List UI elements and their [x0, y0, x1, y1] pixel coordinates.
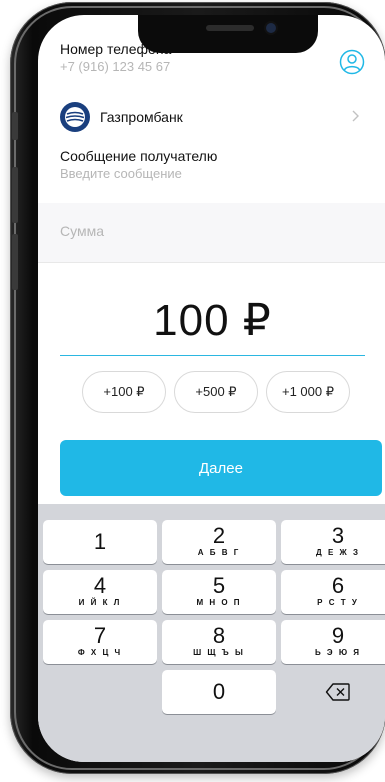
key-digit: 3 [331, 523, 345, 548]
amount-field[interactable]: Сумма [38, 203, 385, 263]
key-letters: Д Е Ж З [316, 548, 360, 557]
quick-amounts: +100 ₽ +500 ₽ +1 000 ₽ [82, 371, 350, 413]
key-3[interactable]: 3 Д Е Ж З [281, 520, 385, 564]
amount-value[interactable]: 100 ₽ [60, 295, 365, 346]
message-input[interactable]: Введите сообщение [60, 166, 365, 181]
volume-up-button [12, 167, 18, 223]
key-digit: 4 [93, 573, 107, 598]
quick-amount-1000[interactable]: +1 000 ₽ [266, 371, 350, 413]
key-digit: 1 [93, 529, 107, 554]
phone-frame: Номер телефона +7 (916) 123 45 67 Газпро… [10, 2, 385, 774]
key-letters: И Й К Л [78, 598, 122, 607]
key-digit: 7 [93, 623, 107, 648]
key-letters: Ш Щ Ъ Ы [193, 648, 245, 657]
front-camera [266, 23, 276, 33]
key-letters: Ф Х Ц Ч [77, 648, 123, 657]
backspace-icon [325, 683, 350, 701]
key-8[interactable]: 8 Ш Щ Ъ Ы [162, 620, 276, 664]
key-7[interactable]: 7 Ф Х Ц Ч [43, 620, 157, 664]
key-digit: 5 [212, 573, 226, 598]
key-2[interactable]: 2 А Б В Г [162, 520, 276, 564]
screen: Номер телефона +7 (916) 123 45 67 Газпро… [38, 15, 385, 762]
notch [138, 15, 318, 53]
quick-amount-100[interactable]: +100 ₽ [82, 371, 166, 413]
key-5[interactable]: 5 М Н О П [162, 570, 276, 614]
key-1[interactable]: 1 [43, 520, 157, 564]
key-letters: Ь Э Ю Я [314, 648, 362, 657]
key-digit: 6 [331, 573, 345, 598]
key-4[interactable]: 4 И Й К Л [43, 570, 157, 614]
key-letters: М Н О П [196, 598, 242, 607]
mute-switch [12, 112, 18, 140]
key-letters: А Б В Г [197, 548, 241, 557]
volume-down-button [12, 234, 18, 290]
amount-underline [60, 355, 365, 356]
key-digit: 0 [212, 679, 226, 704]
message-label: Сообщение получателю [60, 148, 218, 164]
backspace-key[interactable] [281, 670, 385, 714]
phone-number-value: +7 (916) 123 45 67 [60, 59, 171, 74]
key-0[interactable]: 0 [162, 670, 276, 714]
key-digit: 2 [212, 523, 226, 548]
amount-placeholder: Сумма [60, 223, 104, 239]
quick-amount-500[interactable]: +500 ₽ [174, 371, 258, 413]
numeric-keypad: 1 2 А Б В Г 3 Д Е Ж З 4 И Й К Л 5 М Н О … [38, 504, 385, 762]
key-letters: Р С Т У [317, 598, 359, 607]
key-9[interactable]: 9 Ь Э Ю Я [281, 620, 385, 664]
bank-name: Газпромбанк [100, 109, 183, 125]
chevron-right-icon [352, 110, 359, 122]
gazprombank-logo [60, 102, 90, 132]
speaker [206, 25, 254, 31]
bank-selector[interactable]: Газпромбанк [60, 97, 365, 137]
key-6[interactable]: 6 Р С Т У [281, 570, 385, 614]
key-digit: 8 [212, 623, 226, 648]
message-field[interactable]: Сообщение получателю Введите сообщение [60, 148, 365, 181]
key-digit: 9 [331, 623, 345, 648]
user-circle-icon[interactable] [339, 49, 365, 75]
next-button[interactable]: Далее [60, 440, 382, 496]
